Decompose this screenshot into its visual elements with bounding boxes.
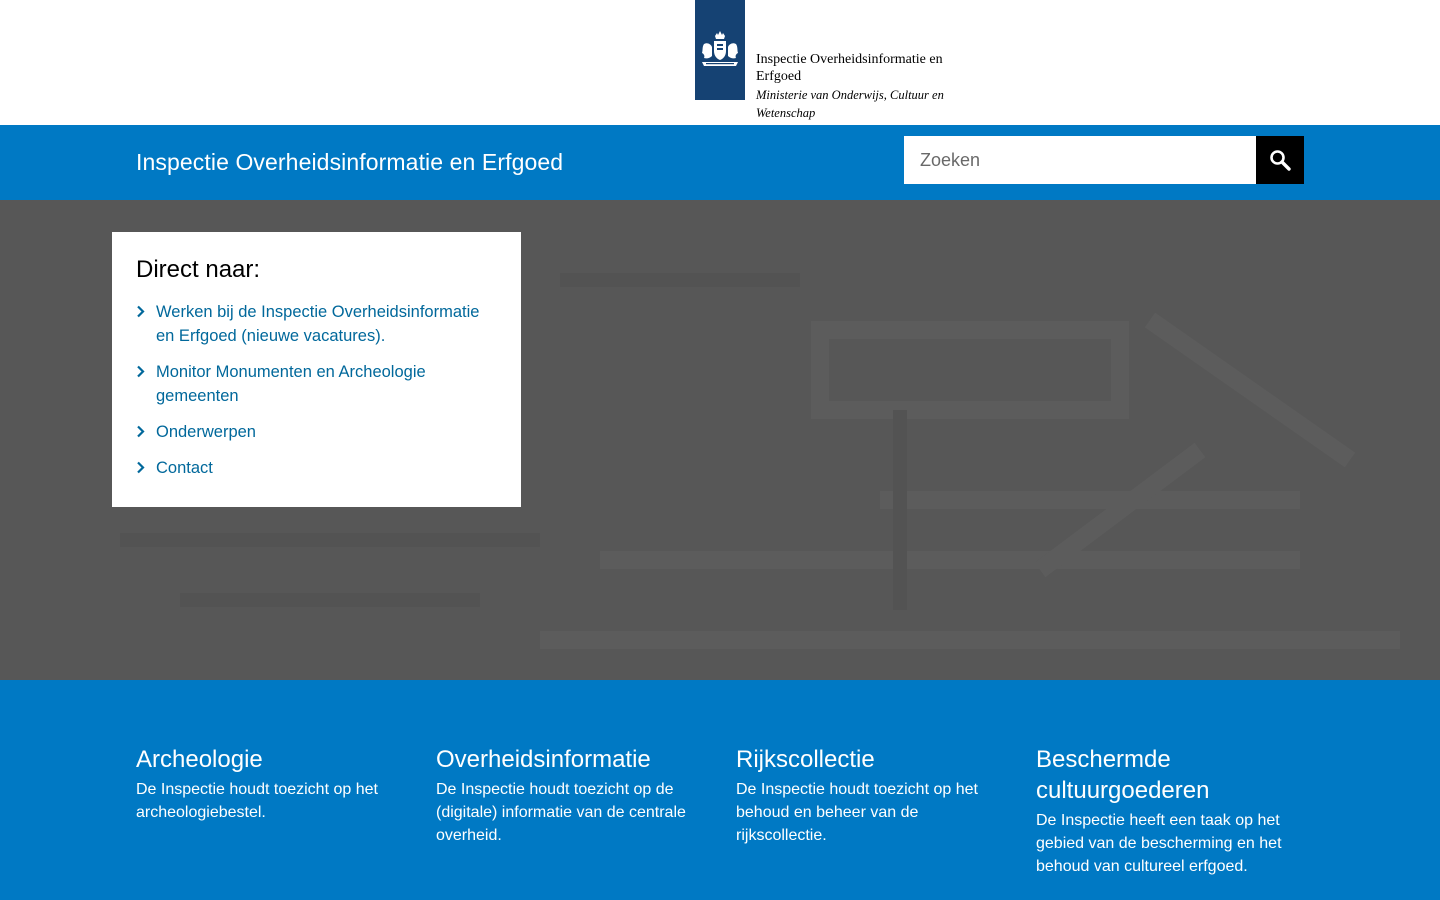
site-title[interactable]: Inspectie Overheidsinformatie en Erfgoed [136,147,563,177]
coat-of-arms-icon [702,31,738,66]
tile-text: De Inspectie houdt toezicht op het behou… [736,781,978,844]
direct-link-contact[interactable]: Contact [156,456,213,480]
list-item: Werken bij de Inspectie Overheidsinforma… [136,300,497,348]
tile-title[interactable]: Overheidsinformatie [436,744,706,775]
list-item: Monitor Monumenten en Archeologie gemeen… [136,360,497,408]
direct-links-list: Werken bij de Inspectie Overheidsinforma… [136,300,497,480]
tile-title[interactable]: Archeologie [136,744,406,775]
direct-link-vacatures[interactable]: Werken bij de Inspectie Overheidsinforma… [156,300,497,348]
chevron-right-icon [136,300,156,323]
tile-title[interactable]: Rijkscollectie [736,744,1006,775]
list-item: Contact [136,456,497,480]
hero-banner: Direct naar: Werken bij de Inspectie Ove… [0,200,1440,680]
tile-title[interactable]: Beschermde cultuurgoederen [1036,744,1306,806]
search-form [904,136,1304,184]
tile-text: De Inspectie heeft een taak op het gebie… [1036,812,1282,875]
tile-beschermde-cultuurgoederen[interactable]: Beschermde cultuurgoederen De Inspectie … [1036,744,1306,878]
tile-overheidsinformatie[interactable]: Overheidsinformatie De Inspectie houdt t… [436,744,706,847]
list-item: Onderwerpen [136,420,497,444]
navbar: Inspectie Overheidsinformatie en Erfgoed [0,125,1440,200]
tile-text: De Inspectie houdt toezicht op de (digit… [436,781,686,844]
search-button[interactable] [1256,136,1304,184]
logo-link[interactable] [695,0,745,100]
direct-links-panel: Direct naar: Werken bij de Inspectie Ove… [112,232,521,507]
search-icon [1270,150,1291,171]
direct-link-monitor[interactable]: Monitor Monumenten en Archeologie gemeen… [156,360,497,408]
search-input[interactable] [904,136,1256,184]
direct-links-title: Direct naar: [136,256,261,283]
logo-wordmark: Inspectie Overheidsinformatie en Erfgoed… [756,51,986,122]
tile-rijkscollectie[interactable]: Rijkscollectie De Inspectie houdt toezic… [736,744,1006,847]
tile-archeologie[interactable]: Archeologie De Inspectie houdt toezicht … [136,744,406,824]
chevron-right-icon [136,456,156,479]
logo-bar: Inspectie Overheidsinformatie en Erfgoed… [0,0,1440,125]
chevron-right-icon [136,360,156,383]
logo-org-name: Inspectie Overheidsinformatie en Erfgoed [756,52,943,84]
direct-link-onderwerpen[interactable]: Onderwerpen [156,420,256,444]
logo-ministry-name: Ministerie van Onderwijs, Cultuur en Wet… [756,88,944,120]
tile-text: De Inspectie houdt toezicht op het arche… [136,781,378,821]
chevron-right-icon [136,420,156,443]
topic-tiles: Archeologie De Inspectie houdt toezicht … [0,680,1440,900]
